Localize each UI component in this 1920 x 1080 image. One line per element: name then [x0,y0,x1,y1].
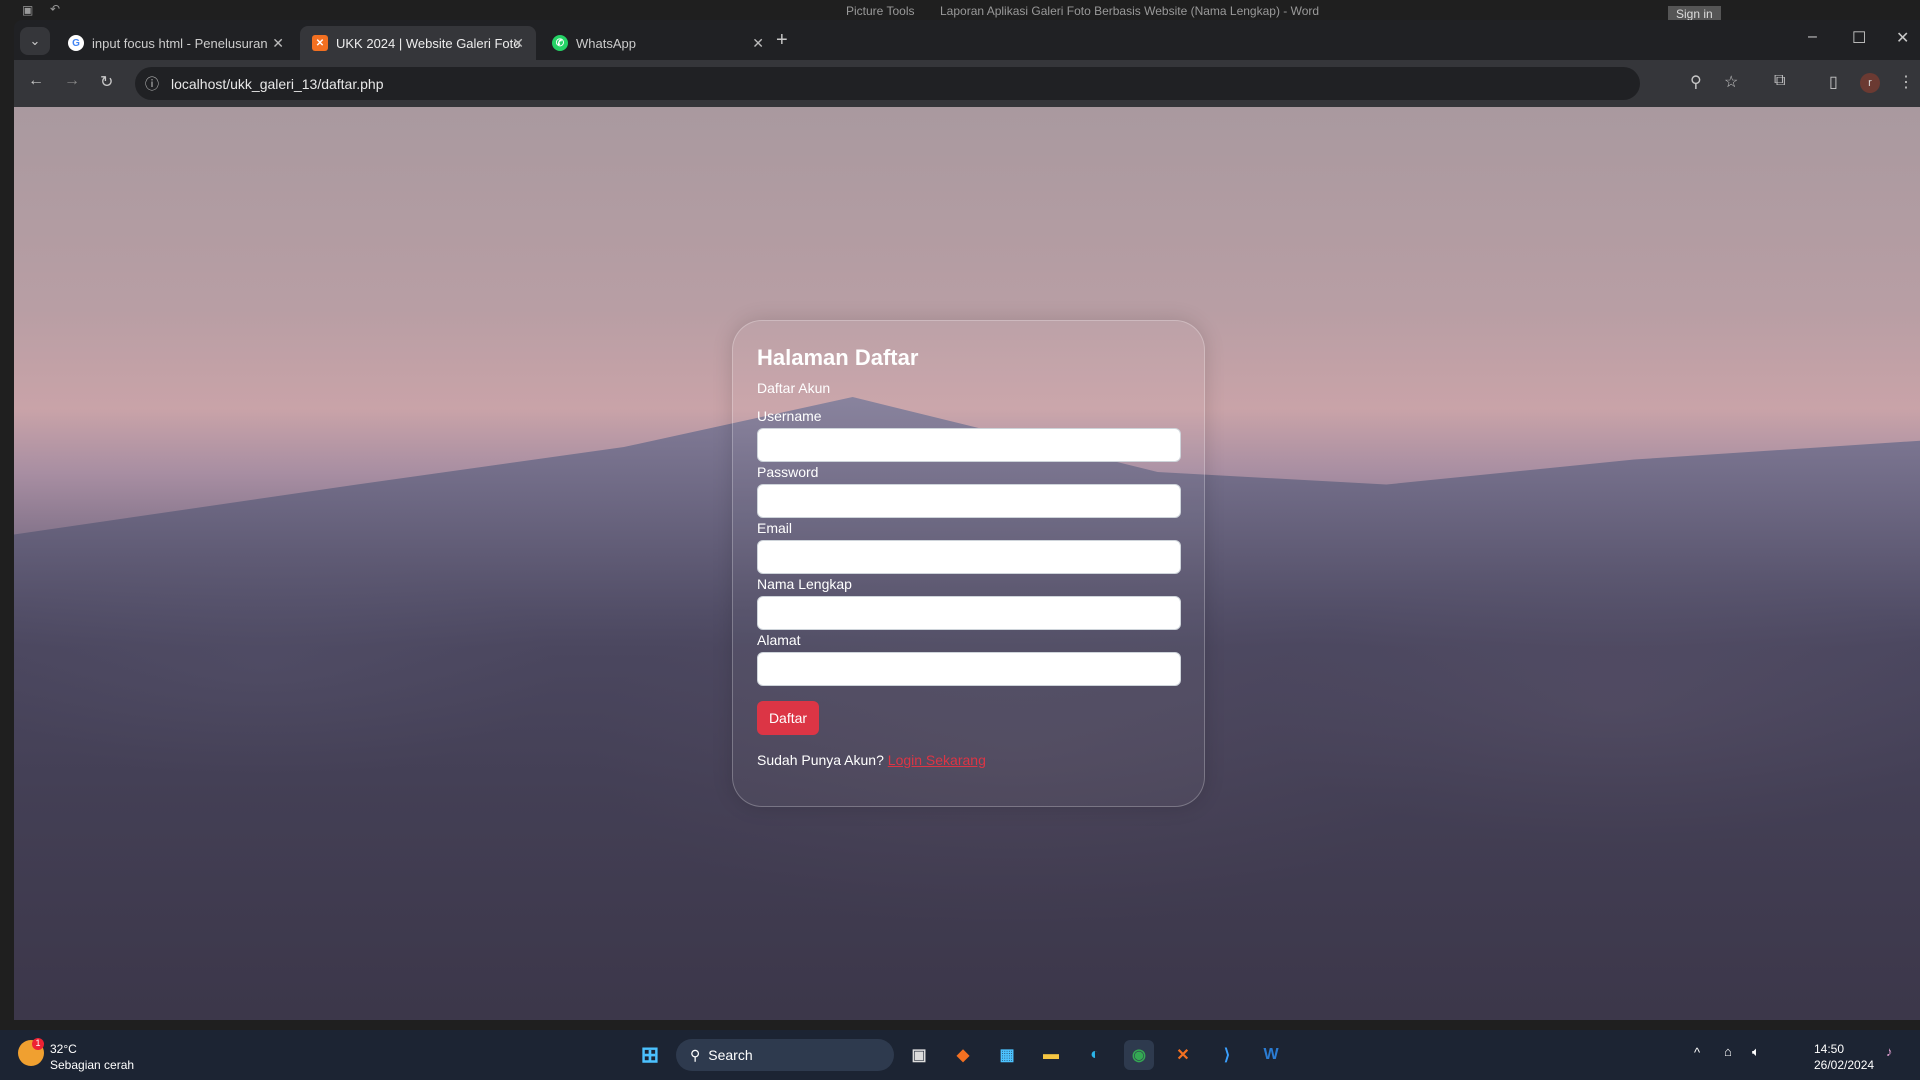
username-input[interactable] [757,428,1181,462]
reload-icon[interactable]: ↻ [100,72,113,92]
search-icon: ⚲ [690,1046,701,1063]
site-info-icon[interactable]: ⓘ [145,74,159,94]
email-input[interactable] [757,540,1181,574]
zoom-icon[interactable]: ⚲ [1690,72,1702,92]
google-icon: G [68,35,84,51]
page-subtitle: Daftar Akun [757,380,831,396]
file-explorer-icon[interactable]: ▬ [1036,1040,1066,1070]
tab-whatsapp[interactable]: ✆ WhatsApp ✕ [540,26,776,60]
xampp-icon: ✕ [312,35,328,51]
weather-temp: 32°C [50,1042,77,1056]
register-card: Halaman Daftar Daftar Akun Username Pass… [732,320,1205,807]
notification-bell-icon[interactable]: ♪ [1886,1044,1893,1059]
clock-time[interactable]: 14:50 [1814,1042,1844,1056]
nama-lengkap-label: Nama Lengkap [757,576,852,592]
forward-icon[interactable]: → [64,72,80,90]
close-tab-icon[interactable]: ✕ [272,35,284,52]
nama-lengkap-input[interactable] [757,596,1181,630]
weather-desc: Sebagian cerah [50,1058,135,1072]
tab-title: UKK 2024 | Website Galeri Foto [336,35,521,51]
profile-avatar[interactable]: r [1860,73,1880,93]
task-view-icon[interactable]: ▣ [904,1040,934,1070]
tab-penelusuran[interactable]: G input focus html - Penelusuran ✕ [56,26,296,60]
url-text: localhost/ukk_galeri_13/daftar.php [171,75,384,92]
extensions-icon[interactable]: ⧉ [1774,72,1785,90]
alamat-label: Alamat [757,632,801,648]
save-icon[interactable]: ▣ [22,3,33,17]
brave-icon[interactable]: ◆ [948,1040,978,1070]
picture-tools-label: Picture Tools [846,4,915,18]
close-window-icon[interactable]: ✕ [1896,28,1909,48]
vscode-icon[interactable]: ⟩ [1212,1040,1242,1070]
close-tab-icon[interactable]: ✕ [512,35,524,52]
word-document-title: Laporan Aplikasi Galeri Foto Berbasis We… [940,4,1320,18]
xampp-icon[interactable]: ✕ [1168,1040,1198,1070]
store-icon[interactable]: ▦ [992,1040,1022,1070]
page-title: Halaman Daftar [757,345,919,370]
word-title-bar: ▣ ↶ Picture Tools Laporan Aplikasi Galer… [0,0,1920,22]
windows-start-icon[interactable]: ⊞ [635,1040,665,1070]
tab-ukk-galeri[interactable]: ✕ UKK 2024 | Website Galeri Foto ✕ [300,26,536,60]
volume-icon[interactable]: 🔈︎ [1752,1044,1760,1060]
tab-title: input focus html - Penelusuran [92,35,268,51]
tab-search-button[interactable]: ⌄ [20,27,50,55]
alamat-input[interactable] [757,652,1181,686]
taskbar-search[interactable]: ⚲ Search [676,1039,894,1071]
login-prompt: Sudah Punya Akun? [757,752,884,768]
tray-chevron-icon[interactable]: ^ [1694,1045,1700,1060]
address-bar[interactable]: ⓘ localhost/ukk_galeri_13/daftar.php [135,67,1640,100]
taskbar: 1 32°C Sebagian cerah ⊞ ⚲ Search ▣ ◆ ▦ ▬… [0,1030,1920,1080]
new-tab-icon[interactable]: + [776,29,788,52]
chevron-down-icon: ⌄ [29,33,41,48]
tab-title: WhatsApp [576,35,636,51]
edge-icon[interactable]: ◐ [1080,1040,1110,1070]
minimize-icon[interactable]: – [1808,28,1817,46]
menu-icon[interactable]: ⋮ [1898,72,1914,92]
search-placeholder: Search [708,1047,753,1063]
network-icon[interactable]: ⌂ [1724,1044,1732,1059]
clock-date[interactable]: 26/02/2024 [1814,1058,1874,1072]
email-label: Email [757,520,793,536]
side-panel-icon[interactable]: ▯ [1829,72,1838,92]
maximize-icon[interactable]: ☐ [1852,28,1866,48]
whatsapp-icon: ✆ [552,35,568,51]
password-input[interactable] [757,484,1181,518]
login-link[interactable]: Login Sekarang [888,752,986,768]
chrome-icon[interactable]: ◉ [1124,1040,1154,1070]
word-icon[interactable]: W [1256,1040,1286,1070]
weather-badge: 1 [32,1038,44,1050]
daftar-button[interactable]: Daftar [757,701,819,735]
close-tab-icon[interactable]: ✕ [752,35,764,52]
undo-icon[interactable]: ↶ [50,2,60,16]
username-label: Username [757,408,822,424]
password-label: Password [757,464,819,480]
tab-strip: ⌄ G input focus html - Penelusuran ✕ ✕ U… [14,20,1920,60]
bookmark-star-icon[interactable]: ☆ [1724,72,1738,92]
back-icon[interactable]: ← [28,72,44,90]
